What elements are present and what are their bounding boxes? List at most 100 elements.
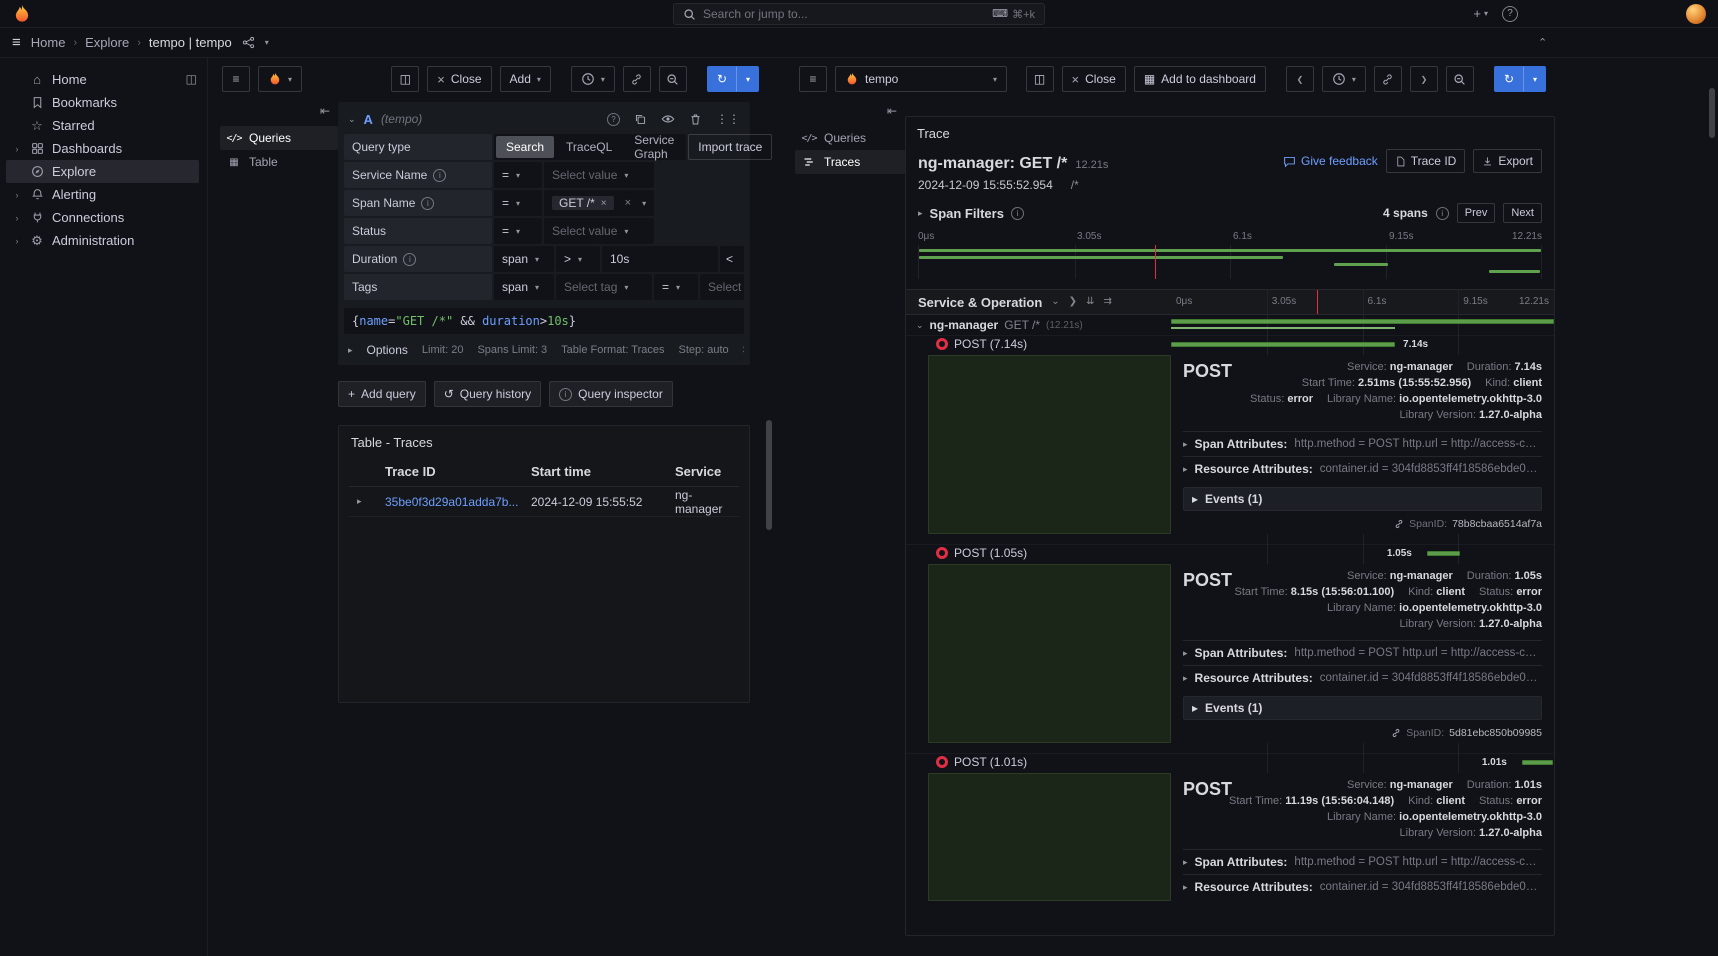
row-expander-icon[interactable]: ▸	[349, 496, 385, 507]
duration-max-operator-select[interactable]: <	[720, 246, 744, 272]
run-query-button[interactable]: ↻	[1494, 66, 1524, 92]
expand-chevron-icon[interactable]: ›	[12, 190, 22, 200]
panel-title[interactable]: Trace	[906, 117, 1554, 145]
span-filters-label[interactable]: Span Filters	[930, 206, 1004, 221]
nav-item-queries[interactable]: </>Queries	[220, 126, 338, 150]
time-picker-button[interactable]: ▾	[571, 66, 615, 92]
dock-sidebar-icon[interactable]: ◫	[186, 72, 197, 86]
trace-id-button[interactable]: Trace ID	[1386, 149, 1466, 173]
datasource-picker[interactable]: tempo ▾	[835, 66, 1007, 92]
export-button[interactable]: Export	[1473, 149, 1542, 173]
split-view-button[interactable]: ◫	[391, 66, 419, 92]
pane-options-button[interactable]: ≡	[222, 66, 250, 92]
query-type-search[interactable]: Search	[496, 136, 554, 158]
duration-operator-select[interactable]: >▾	[556, 246, 600, 272]
grafana-logo[interactable]	[12, 4, 32, 24]
breadcrumb-home[interactable]: Home	[31, 35, 66, 50]
sidebar-item-connections[interactable]: › Connections	[6, 206, 199, 229]
sidebar-item-starred[interactable]: ☆ Starred	[6, 114, 199, 137]
span-row[interactable]: POST (1.01s) 1.01s	[906, 753, 1554, 770]
breadcrumb-explore[interactable]: Explore	[85, 35, 129, 50]
span-attributes-row[interactable]: ▸Span Attributes:http.method = POST http…	[1183, 431, 1542, 456]
nav-item-traces[interactable]: Traces	[795, 150, 905, 174]
close-pane-button[interactable]: ×Close	[1062, 66, 1126, 92]
span-attributes-row[interactable]: ▸Span Attributes:http.method = POST http…	[1183, 849, 1542, 874]
remove-chip-icon[interactable]: ×	[601, 198, 607, 209]
add-menu-button[interactable]: Add▾	[500, 66, 551, 92]
share-link-button[interactable]	[1374, 66, 1402, 92]
next-span-button[interactable]: Next	[1503, 203, 1542, 223]
run-interval-caret-button[interactable]: ▾	[1524, 66, 1546, 92]
zoom-out-button[interactable]	[659, 66, 687, 92]
tags-scope-select[interactable]: span▾	[494, 274, 554, 300]
collapse-up-icon[interactable]: ⌃	[1538, 36, 1547, 49]
datasource-picker[interactable]: ▾	[258, 66, 302, 92]
events-row[interactable]: ▸Events (1)	[1183, 696, 1542, 720]
col-start-time[interactable]: Start time	[531, 464, 675, 479]
mega-menu-toggle-icon[interactable]: ≡	[12, 35, 21, 50]
import-trace-button[interactable]: Import trace	[688, 134, 772, 160]
clear-values-icon[interactable]: ×	[621, 197, 635, 209]
close-pane-button[interactable]: ×Close	[427, 66, 491, 92]
new-menu-button[interactable]: +▾	[1473, 6, 1488, 21]
col-trace-id[interactable]: Trace ID	[385, 464, 531, 479]
trace-id-link[interactable]: 35be0f3d29a01adda7b...	[385, 495, 531, 509]
chevron-right-icon[interactable]: ❯	[1069, 297, 1077, 307]
drag-handle-icon[interactable]: ⋮⋮	[716, 113, 740, 125]
link-icon[interactable]	[1391, 728, 1401, 738]
help-button[interactable]: ?	[1502, 6, 1518, 22]
zoom-out-button[interactable]	[1446, 66, 1474, 92]
query-history-button[interactable]: ↺Query history	[434, 381, 541, 407]
query-ref-id[interactable]: A	[364, 112, 373, 127]
chevron-down-icon[interactable]: ⌄	[916, 320, 924, 331]
service-name-value-select[interactable]: Select value▾	[544, 162, 654, 188]
sidebar-item-explore[interactable]: Explore	[6, 160, 199, 183]
resource-attributes-row[interactable]: ▸Resource Attributes:container.id = 304f…	[1183, 874, 1542, 899]
share-icon[interactable]	[242, 36, 255, 49]
sidebar-item-bookmarks[interactable]: Bookmarks	[6, 91, 199, 114]
span-bar[interactable]	[1171, 319, 1554, 324]
panel-title[interactable]: Table - Traces	[339, 426, 749, 457]
copy-query-icon[interactable]	[634, 113, 647, 126]
pane-options-button[interactable]: ≡	[799, 66, 827, 92]
query-type-service-graph[interactable]: Service Graph	[624, 136, 684, 158]
add-query-button[interactable]: +Add query	[338, 381, 426, 407]
expand-chevron-icon[interactable]: ›	[12, 236, 22, 246]
caret-down-icon[interactable]: ▾	[265, 39, 269, 47]
time-shift-forward-button[interactable]: ❯	[1410, 66, 1438, 92]
left-pane-scrollbar[interactable]	[766, 420, 772, 530]
add-to-dashboard-button[interactable]: ▦Add to dashboard	[1134, 66, 1266, 92]
tag-select[interactable]: Select tag▾	[556, 274, 652, 300]
resource-attributes-row[interactable]: ▸Resource Attributes:container.id = 304f…	[1183, 665, 1542, 690]
search-input[interactable]: Search or jump to... ⌨⌘+k	[673, 3, 1045, 25]
expand-chevron-icon[interactable]: ›	[12, 213, 22, 223]
service-name-operator-select[interactable]: =▾	[494, 162, 542, 188]
span-attributes-row[interactable]: ▸Span Attributes:http.method = POST http…	[1183, 640, 1542, 665]
query-type-traceql[interactable]: TraceQL	[556, 136, 622, 158]
duration-value-input[interactable]	[602, 246, 718, 272]
chevron-down-icon[interactable]: ⌄	[1051, 297, 1059, 307]
col-service[interactable]: Service	[675, 464, 739, 479]
span-bar[interactable]	[1522, 760, 1553, 765]
split-view-button[interactable]: ◫	[1026, 66, 1054, 92]
time-shift-back-button[interactable]: ❮	[1286, 66, 1314, 92]
collapse-nav-icon[interactable]: ⇤	[320, 104, 330, 118]
span-bar[interactable]	[1171, 342, 1395, 347]
user-avatar[interactable]	[1686, 4, 1706, 24]
expander-icon[interactable]: ▸	[918, 208, 923, 219]
sidebar-item-administration[interactable]: › ⚙ Administration	[6, 229, 199, 252]
expand-all-icon[interactable]: ⇉	[1103, 297, 1111, 307]
resource-attributes-row[interactable]: ▸Resource Attributes:container.id = 304f…	[1183, 456, 1542, 481]
trace-minimap[interactable]: 0μs 3.05s 6.1s 9.15s 12.21s	[918, 231, 1542, 279]
span-name-operator-select[interactable]: =▾	[494, 190, 542, 216]
sidebar-item-home[interactable]: ⌂ Home	[6, 68, 199, 91]
root-span-row[interactable]: ⌄ ng-manager GET /* (12.21s)	[906, 315, 1554, 335]
sidebar-item-alerting[interactable]: › Alerting	[6, 183, 199, 206]
time-picker-button[interactable]: ▾	[1322, 66, 1366, 92]
traceql-preview[interactable]: {name="GET /*" && duration>10s}	[344, 308, 744, 334]
nav-item-queries[interactable]: </>Queries	[795, 126, 905, 150]
collapse-nav-icon[interactable]: ⇤	[887, 104, 897, 118]
tag-value-select[interactable]: Select va	[700, 274, 744, 300]
run-query-button[interactable]: ↻	[707, 66, 737, 92]
span-row[interactable]: POST (1.05s) 1.05s	[906, 544, 1554, 561]
